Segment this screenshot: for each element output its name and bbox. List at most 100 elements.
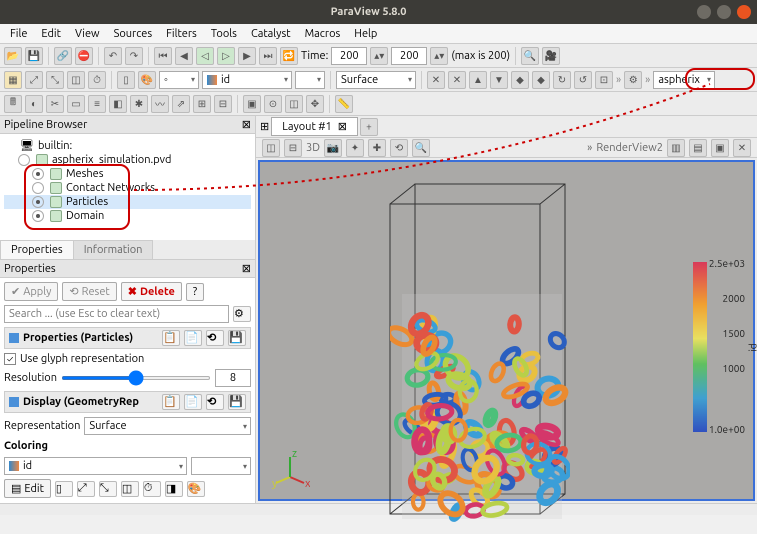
reset-section-icon[interactable]: ⟲ (206, 330, 224, 346)
section-display[interactable]: Display (GeometryRep 📋 📄 ⟲ 💾 (4, 391, 251, 413)
disconnect-icon[interactable]: ⛔ (75, 47, 93, 65)
representation-combo[interactable]: Surface (336, 71, 416, 89)
redo-icon[interactable]: ↷ (125, 47, 143, 65)
play-reverse-icon[interactable]: ◁ (196, 47, 214, 65)
menu-edit[interactable]: Edit (35, 26, 67, 42)
ruler-icon[interactable]: 📏 (335, 95, 353, 113)
visibility-toggle[interactable] (32, 196, 44, 208)
color-preset-icon[interactable]: ▦ (4, 71, 22, 89)
menu-file[interactable]: File (4, 26, 33, 42)
group-filter-icon[interactable]: ⊞ (193, 95, 211, 113)
advanced-toggle-icon[interactable]: ⚙ (233, 306, 251, 322)
extract-level-icon[interactable]: ⊟ (214, 95, 232, 113)
edit-colormap-icon[interactable]: 🎨 (138, 71, 156, 89)
separate-colormap-icon[interactable]: ◨ (165, 481, 183, 497)
menu-filters[interactable]: Filters (160, 26, 203, 42)
menu-tools[interactable]: Tools (205, 26, 243, 42)
tree-item-particles[interactable]: Particles (4, 195, 251, 209)
visibility-toggle[interactable] (32, 168, 44, 180)
resolution-input[interactable] (215, 369, 251, 387)
time-stepper-icon[interactable]: ▴▾ (370, 47, 388, 65)
last-frame-icon[interactable]: ⏭ (259, 47, 277, 65)
save-icon[interactable]: 💾 (25, 47, 43, 65)
extract-filter-icon[interactable]: ◧ (109, 95, 127, 113)
find-data-icon[interactable]: 🔍 (521, 47, 539, 65)
panel-close-icon[interactable]: ⊠ (242, 262, 251, 275)
layout-tab[interactable]: Layout #1 ⊠ (271, 117, 358, 136)
reset-button[interactable]: ⟲Reset (62, 282, 116, 301)
rescale-temporal-icon[interactable]: ⏱ (143, 481, 161, 497)
plugin-icon[interactable]: ⚙ (624, 71, 642, 89)
next-frame-icon[interactable]: ▶ (238, 47, 256, 65)
rescale-custom-icon[interactable]: ⤡ (99, 481, 117, 497)
overflow-chevron-2[interactable]: » (645, 74, 650, 86)
section-properties[interactable]: Properties (Particles) 📋 📄 ⟲ 💾 (4, 327, 251, 349)
rescale-icon[interactable]: ⤢ (25, 71, 43, 89)
tree-item-meshes[interactable]: Meshes (4, 167, 251, 181)
tab-information[interactable]: Information (73, 240, 154, 259)
color-legend[interactable] (693, 262, 707, 432)
paste-icon[interactable]: 📄 (184, 330, 202, 346)
add-layout-button[interactable]: + (360, 118, 378, 136)
resolution-slider[interactable] (61, 376, 211, 380)
view-split-v-icon[interactable]: ▤ (689, 139, 707, 157)
center-axes-icon[interactable]: ✚ (368, 139, 386, 157)
time-index-stepper-icon[interactable]: ▴▾ (430, 47, 448, 65)
axes-toggle-icon[interactable]: ✦ (346, 139, 364, 157)
rescale-temporal-icon[interactable]: ⏱ (88, 71, 106, 89)
connect-icon[interactable]: 🔗 (54, 47, 72, 65)
view-maximize-icon[interactable]: ▣ (711, 139, 729, 157)
tab-properties[interactable]: Properties (0, 240, 74, 259)
display-representation-combo[interactable]: Surface (84, 417, 251, 435)
calculator-filter-icon[interactable]: 🖩 (4, 95, 22, 113)
open-icon[interactable]: 📂 (4, 47, 22, 65)
rescale-visible-icon[interactable]: ◫ (121, 481, 139, 497)
tree-root[interactable]: 🖥 builtin: (4, 138, 251, 153)
split-v-icon[interactable]: ⊟ (284, 139, 302, 157)
visibility-toggle[interactable] (18, 154, 30, 166)
rescale-custom-icon[interactable]: ⤡ (46, 71, 64, 89)
menu-catalyst[interactable]: Catalyst (245, 26, 297, 42)
panel-close-icon[interactable]: ⊠ (242, 118, 251, 131)
threshold-filter-icon[interactable]: ≡ (88, 95, 106, 113)
view-close-icon[interactable]: ✕ (733, 139, 751, 157)
menu-help[interactable]: Help (348, 26, 383, 42)
loop-icon[interactable]: 🔁 (280, 47, 298, 65)
visibility-toggle[interactable] (32, 210, 44, 222)
zoom-data-icon[interactable]: 🔍 (412, 139, 430, 157)
stream-filter-icon[interactable]: 〰 (151, 95, 169, 113)
time-index-input[interactable] (391, 47, 427, 65)
save-section-icon[interactable]: 💾 (228, 394, 246, 410)
adjust-camera-icon[interactable]: 🎥 (542, 47, 560, 65)
coloring-component-combo[interactable] (191, 457, 251, 475)
render-view[interactable]: 2.5e+03 2000 1500 1000 1.0e+00 id x y z (258, 160, 755, 501)
menu-macros[interactable]: Macros (299, 26, 347, 42)
slice-filter-icon[interactable]: ▭ (67, 95, 85, 113)
reset-camera-icon[interactable]: ⟲ (390, 139, 408, 157)
component-combo[interactable]: ◦ (159, 71, 199, 89)
color-array-combo[interactable]: id (202, 71, 292, 89)
plugin-combo[interactable]: aspherix (653, 71, 715, 89)
close-tab-icon[interactable]: ⊠ (338, 120, 347, 133)
copy-icon[interactable]: 📋 (162, 394, 180, 410)
color-component-combo[interactable] (295, 71, 325, 89)
contour-filter-icon[interactable]: ◐ (25, 95, 43, 113)
rescale-range-icon[interactable]: ⤢ (77, 481, 95, 497)
minimize-button[interactable] (697, 5, 711, 19)
edit-colormap-button[interactable]: ▤Edit (4, 479, 51, 498)
reset-section-icon[interactable]: ⟲ (206, 394, 224, 410)
tree-file[interactable]: aspherix_simulation.pvd (4, 153, 251, 167)
save-section-icon[interactable]: 💾 (228, 330, 246, 346)
play-icon[interactable]: ▷ (217, 47, 235, 65)
rescale-visible-icon[interactable]: ◫ (67, 71, 85, 89)
help-button[interactable]: ? (186, 283, 204, 301)
view-pos-y-icon[interactable]: ▼ (490, 71, 508, 89)
glyph-filter-icon[interactable]: ✱ (130, 95, 148, 113)
zoom-to-box-icon[interactable]: ⊡ (595, 71, 613, 89)
coloring-array-combo[interactable]: id (4, 457, 187, 475)
time-value-input[interactable] (331, 47, 367, 65)
selection-tool-icon[interactable]: ▣ (243, 95, 261, 113)
hover-point-icon[interactable]: ⊙ (264, 95, 282, 113)
panel-detach-icon[interactable]: ⊞ (260, 120, 269, 133)
warp-filter-icon[interactable]: ⇗ (172, 95, 190, 113)
